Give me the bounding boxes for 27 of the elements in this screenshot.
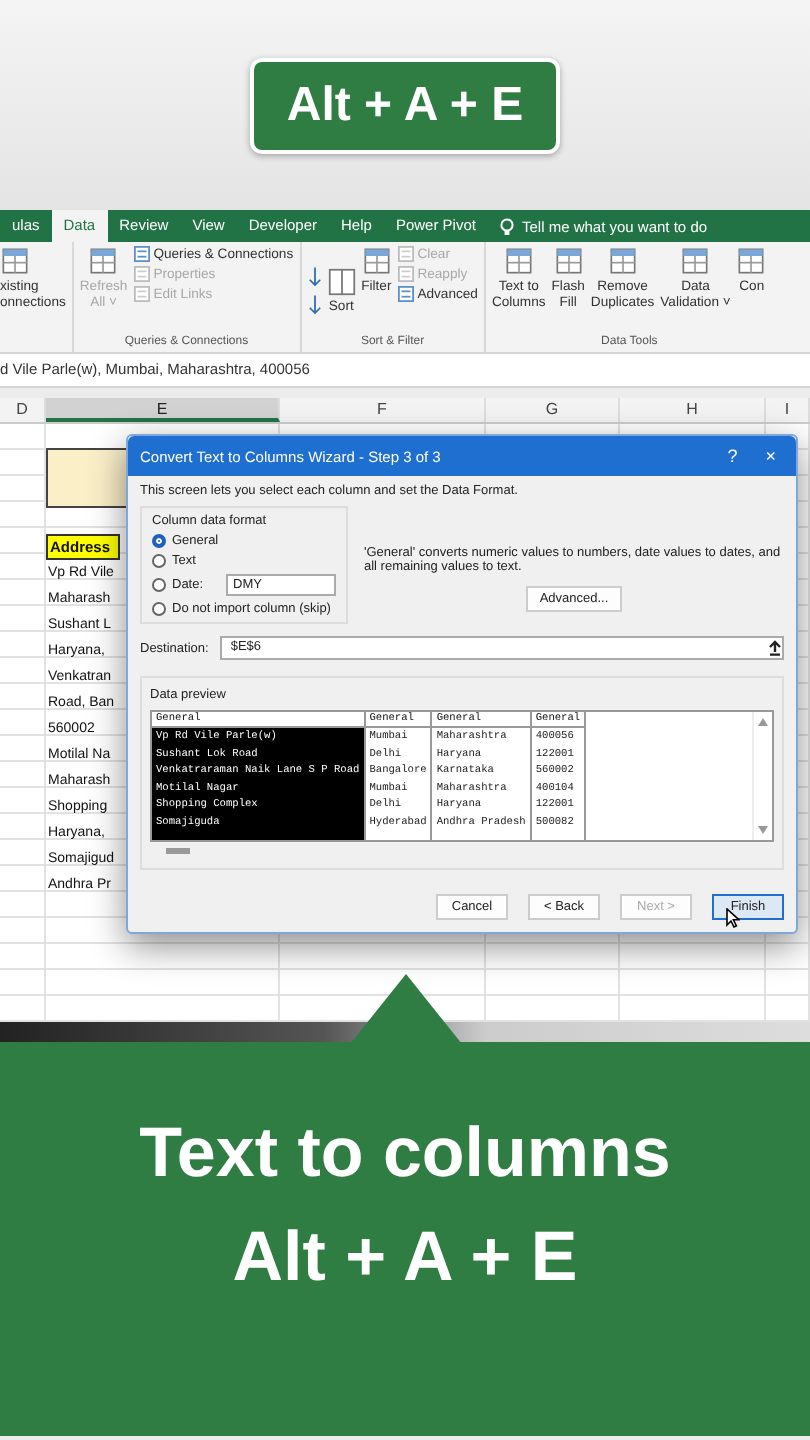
scroll-down-icon[interactable]	[758, 826, 768, 834]
radio-button[interactable]	[152, 554, 166, 568]
column-header[interactable]: G	[486, 398, 620, 422]
list-icon	[133, 266, 150, 282]
radio-button[interactable]	[152, 602, 166, 616]
column-header[interactable]: F	[280, 398, 486, 422]
horizontal-scroll-thumb[interactable]	[166, 848, 190, 854]
column-header[interactable]: E	[46, 398, 280, 422]
caption-shortcut: Alt + A + E	[232, 1218, 578, 1298]
lightbulb-icon	[499, 217, 514, 235]
scrollbar[interactable]	[752, 712, 772, 840]
list-icon	[397, 286, 414, 302]
list-icon	[397, 266, 414, 282]
radio-button[interactable]	[152, 534, 166, 548]
shortcut-banner: Alt + A + E	[250, 57, 560, 153]
column-header[interactable]: H	[620, 398, 766, 422]
radio-button[interactable]	[152, 578, 166, 592]
close-button[interactable]: ×	[757, 446, 784, 466]
collapse-icon[interactable]	[768, 640, 782, 656]
sort-arrows-icon[interactable]	[307, 263, 322, 319]
column-header[interactable]: I	[766, 398, 810, 422]
caption-title: Text to columns	[139, 1114, 671, 1194]
mouse-cursor-icon	[726, 908, 740, 928]
help-button[interactable]: ?	[719, 446, 746, 466]
scroll-up-icon[interactable]	[758, 718, 768, 726]
sort-icon	[327, 267, 356, 295]
list-icon	[133, 286, 150, 302]
